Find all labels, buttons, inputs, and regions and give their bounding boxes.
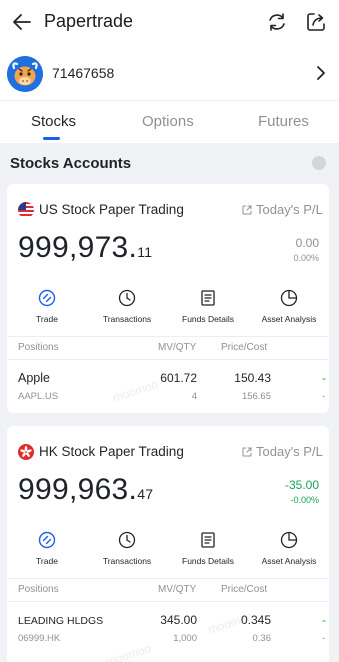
value-integer: 999,963. [18,473,138,506]
trade-label: Trade [36,314,58,324]
col-mv-qty: MV/QTY [158,584,197,595]
tab-options[interactable]: Options [142,113,194,130]
position-price: 0.345 [240,613,271,627]
asset-analysis-label: Asset Analysis [261,314,317,324]
top-bar: Papertrade [0,0,339,45]
col-price-cost: Price/Cost [221,584,268,595]
funds-details-label: Funds Details [182,314,234,324]
col-positions: Positions [18,342,59,353]
position-name[interactable]: LEADING HLDGS [18,615,103,627]
account-name: US Stock Paper Trading [39,202,184,217]
col-mv-qty: MV/QTY [158,342,197,353]
page-title: Papertrade [44,11,134,31]
todays-pl-percent: -0.00% [290,495,319,505]
market-tabs: Stocks Options Futures [0,101,339,143]
col-price-cost: Price/Cost [221,342,268,353]
account-card-us[interactable]: US Stock Paper Trading Today's P/L 999,9… [7,184,329,413]
position-cost: 156.65 [241,391,271,402]
position-pl-partial: - [322,371,326,385]
divider [7,578,329,579]
document-icon [201,532,215,548]
todays-pl-value: -35.00 [284,478,319,492]
transactions-label: Transactions [102,314,152,324]
position-qty: 1,000 [173,633,197,644]
info-dot-icon[interactable] [312,156,326,170]
clock-icon [118,289,136,307]
position-name[interactable]: Apple [18,371,50,385]
bull-mascot-icon [7,56,43,92]
divider [7,359,329,360]
chevron-right-icon [317,66,325,80]
todays-pl-link[interactable]: Today's P/L [241,202,323,217]
tab-stocks[interactable]: Stocks [31,113,76,130]
external-link-icon [242,205,252,214]
trade-icon [38,289,56,307]
position-cost: 0.36 [252,633,272,644]
watermark: moomoo [103,641,153,662]
position-pl-partial-2: - [322,391,326,402]
transactions-button[interactable]: Transactions [87,289,167,324]
funds-details-button[interactable]: Funds Details [168,531,248,566]
total-assets-value: 999,973.11 [18,231,152,265]
transactions-button[interactable]: Transactions [87,531,167,566]
total-assets-value: 999,963.47 [18,473,153,507]
trade-icon [38,531,56,549]
divider [7,601,329,602]
position-code: 06999.HK [18,633,61,644]
back-button[interactable] [10,10,34,34]
pie-chart-icon [280,289,298,307]
transactions-label: Transactions [102,556,152,566]
todays-pl-label: Today's P/L [256,444,323,459]
position-mv: 601.72 [160,371,197,385]
divider [7,336,329,337]
todays-pl-value: 0.00 [295,236,319,250]
todays-pl-percent: 0.00% [293,253,319,263]
todays-pl-link[interactable]: Today's P/L [241,444,323,459]
position-pl-partial-2: - [322,633,326,644]
clock-icon [118,531,136,549]
trade-button[interactable]: Trade [7,531,87,566]
position-pl-partial: - [322,613,326,627]
share-icon[interactable] [305,11,327,33]
value-decimal: 11 [137,244,153,260]
position-qty: 4 [191,391,197,402]
account-id: 71467658 [52,65,115,81]
hk-flag-icon [18,444,34,460]
asset-analysis-button[interactable]: Asset Analysis [249,289,329,324]
account-switcher[interactable]: 71467658 [0,45,339,100]
position-price: 150.43 [234,371,271,385]
position-mv: 345.00 [160,613,197,627]
funds-details-button[interactable]: Funds Details [168,289,248,324]
active-tab-indicator [43,137,60,140]
avatar [7,56,43,92]
value-decimal: 47 [137,486,154,502]
account-name: HK Stock Paper Trading [39,444,184,459]
pie-chart-icon [280,531,298,549]
position-code: AAPL.US [18,391,59,402]
watermark: moomoo [110,377,160,405]
section-title: Stocks Accounts [10,155,132,172]
trade-label: Trade [36,556,58,566]
value-integer: 999,973. [18,231,138,264]
trade-button[interactable]: Trade [7,289,87,324]
col-positions: Positions [18,584,59,595]
funds-details-label: Funds Details [182,556,234,566]
asset-analysis-label: Asset Analysis [261,556,317,566]
account-card-hk[interactable]: HK Stock Paper Trading Today's P/L 999,9… [7,426,329,662]
asset-analysis-button[interactable]: Asset Analysis [249,531,329,566]
tab-futures[interactable]: Futures [258,113,309,130]
todays-pl-label: Today's P/L [256,202,323,217]
external-link-icon [242,447,252,456]
document-icon [201,290,215,306]
refresh-icon[interactable] [266,11,288,33]
us-flag-icon [18,202,34,218]
arrow-left-icon [13,14,31,30]
